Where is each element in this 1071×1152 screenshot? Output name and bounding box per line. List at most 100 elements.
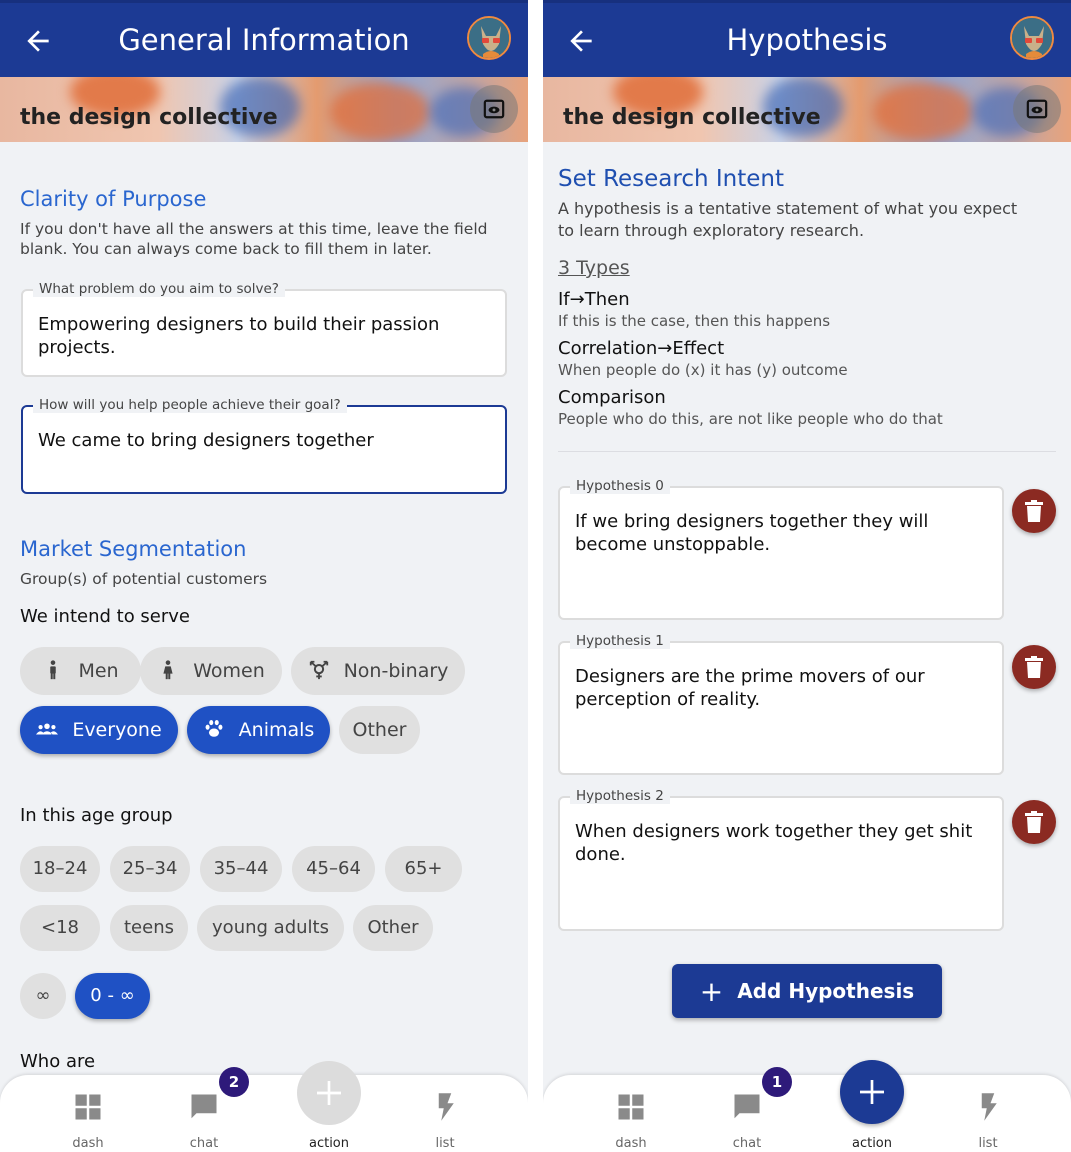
female-icon — [163, 660, 173, 680]
org-name: the design collective — [563, 105, 821, 130]
nav-dash[interactable]: dash — [48, 1090, 128, 1151]
nav-action-label-wrap: action — [832, 1090, 912, 1151]
preview-button[interactable] — [470, 85, 518, 133]
goal-field-value: We came to bring designers together — [38, 430, 374, 451]
type-desc-1: When people do (x) it has (y) outcome — [558, 361, 848, 379]
delete-hypothesis-0[interactable] — [1012, 489, 1056, 533]
serve-label: We intend to serve — [20, 606, 191, 627]
preview-button[interactable] — [1013, 85, 1061, 133]
group-icon — [36, 723, 59, 735]
chip-age-under-18[interactable]: <18 — [20, 905, 100, 951]
plus-icon: + — [699, 975, 724, 1008]
clarity-title: Clarity of Purpose — [20, 187, 207, 211]
who-label: Who are — [20, 1051, 96, 1072]
clarity-desc-1: If you don't have all the answers at thi… — [20, 220, 488, 238]
trash-icon — [1025, 656, 1043, 678]
eye-icon — [483, 99, 505, 119]
bottom-nav: dash chat 2 action list — [0, 1061, 528, 1152]
eye-icon — [1026, 99, 1048, 119]
hypothesis-label-2: Hypothesis 2 — [570, 788, 670, 804]
problem-field-value: Empowering designers to build their pass… — [38, 314, 440, 358]
chip-men[interactable]: Men — [20, 647, 141, 695]
hypothesis-field-2[interactable]: Hypothesis 2 When designers work togethe… — [558, 788, 1004, 931]
chip-women[interactable]: Women — [140, 647, 282, 695]
chip-age-45-64[interactable]: 45–64 — [292, 846, 375, 892]
nav-action-label-wrap: action — [289, 1090, 369, 1151]
chip-serve-other[interactable]: Other — [339, 706, 420, 754]
trash-icon — [1025, 500, 1043, 522]
problem-field[interactable]: What problem do you aim to solve? Empowe… — [21, 281, 507, 377]
chip-non-binary[interactable]: Non-binary — [291, 647, 465, 695]
page-title: Hypothesis — [726, 23, 888, 57]
chip-age-25-34[interactable]: 25–34 — [110, 846, 190, 892]
bolt-icon — [981, 1093, 997, 1121]
top-app-bar: General Information — [0, 0, 528, 77]
market-title: Market Segmentation — [20, 537, 247, 561]
chip-animals[interactable]: Animals — [187, 706, 330, 754]
type-desc-0: If this is the case, then this happens — [558, 312, 831, 330]
org-name: the design collective — [20, 105, 278, 130]
nav-chat[interactable]: chat — [164, 1090, 244, 1151]
hypothesis-screen: Hypothesis the design collective Set Res… — [543, 0, 1071, 1152]
intent-desc-1: A hypothesis is a tentative statement of… — [558, 199, 1018, 218]
bottom-nav: dash chat 1 action list — [543, 1060, 1071, 1152]
chip-age-65-plus[interactable]: 65+ — [385, 846, 462, 892]
age-label: In this age group — [20, 805, 173, 826]
general-information-screen: General Information the design collectiv… — [0, 0, 528, 1152]
type-name-0: If→Then — [558, 289, 630, 310]
hypothesis-value-2: When designers work together they get sh… — [575, 821, 973, 865]
dashboard-icon — [75, 1094, 101, 1120]
chip-age-young-adults[interactable]: young adults — [197, 905, 344, 951]
types-heading: 3 Types — [558, 257, 630, 279]
intent-title: Set Research Intent — [558, 166, 785, 192]
hypothesis-value-1: Designers are the prime movers of our pe… — [575, 666, 925, 710]
clarity-desc-2: blank. You can always come back to fill … — [20, 240, 432, 258]
chip-age-teens[interactable]: teens — [110, 905, 188, 951]
type-name-2: Comparison — [558, 387, 666, 408]
paw-icon — [205, 720, 223, 737]
hypothesis-label-0: Hypothesis 0 — [570, 478, 670, 494]
chip-age-35-44[interactable]: 35–44 — [200, 846, 282, 892]
chip-age-all[interactable]: 0 - ∞ — [75, 973, 150, 1019]
nav-action-label: action — [851, 1136, 892, 1151]
hypothesis-value-0: If we bring designers together they will… — [575, 511, 929, 555]
goal-field-label: How will you help people achieve their g… — [33, 397, 347, 413]
hypothesis-field-0[interactable]: Hypothesis 0 If we bring designers toget… — [558, 478, 1004, 620]
trash-icon — [1025, 811, 1043, 833]
chip-age-infinity[interactable]: ∞ — [20, 973, 66, 1019]
transgender-icon — [309, 660, 328, 680]
goal-field[interactable]: How will you help people achieve their g… — [21, 397, 507, 494]
nav-action-label: action — [308, 1136, 349, 1151]
top-app-bar: Hypothesis — [543, 0, 1071, 77]
hypothesis-field-1[interactable]: Hypothesis 1 Designers are the prime mov… — [558, 633, 1004, 775]
nav-list[interactable]: list — [405, 1090, 485, 1151]
divider — [558, 451, 1056, 452]
chip-everyone[interactable]: Everyone — [20, 706, 178, 754]
chat-badge: 2 — [219, 1067, 249, 1097]
market-desc: Group(s) of potential customers — [20, 570, 268, 588]
avatar[interactable] — [467, 16, 511, 60]
chip-age-other[interactable]: Other — [353, 905, 433, 951]
avatar[interactable] — [1010, 16, 1054, 60]
delete-hypothesis-2[interactable] — [1012, 800, 1056, 844]
hypothesis-label-1: Hypothesis 1 — [570, 633, 670, 649]
org-banner: the design collective — [0, 77, 528, 142]
type-name-1: Correlation→Effect — [558, 338, 725, 359]
dashboard-icon — [618, 1094, 644, 1120]
chat-badge: 1 — [762, 1067, 792, 1097]
nav-list[interactable]: list — [948, 1090, 1028, 1151]
delete-hypothesis-1[interactable] — [1012, 645, 1056, 689]
nav-chat[interactable]: chat — [707, 1090, 787, 1151]
intent-desc-2: to learn through exploratory research. — [558, 221, 865, 240]
male-icon — [50, 660, 57, 680]
type-desc-2: People who do this, are not like people … — [558, 410, 943, 428]
add-hypothesis-button[interactable]: + Add Hypothesis — [672, 964, 942, 1018]
org-banner: the design collective — [543, 77, 1071, 142]
problem-field-label: What problem do you aim to solve? — [33, 281, 285, 297]
chat-icon — [191, 1094, 217, 1119]
chip-age-18-24[interactable]: 18–24 — [20, 846, 100, 892]
chat-icon — [734, 1094, 760, 1119]
nav-dash[interactable]: dash — [591, 1090, 671, 1151]
bolt-icon — [438, 1093, 454, 1121]
page-title: General Information — [118, 23, 410, 57]
